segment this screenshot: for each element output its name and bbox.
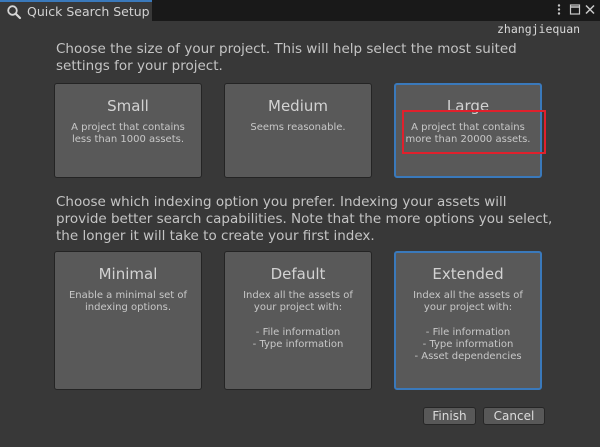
card-title: Extended <box>432 265 504 283</box>
card-description: Index all the assets of your project wit… <box>413 290 523 313</box>
card-feature-list: - File information - Type information - … <box>402 327 534 363</box>
list-item: - File information <box>425 327 511 338</box>
window-tab[interactable]: Quick Search Setup <box>0 0 152 21</box>
card-description: Seems reasonable. <box>250 122 346 133</box>
card-feature-list: - File information - Type information <box>231 327 365 351</box>
indexing-option-default[interactable]: Default Index all the assets of your pro… <box>224 251 372 390</box>
card-description: A project that contains more than 20000 … <box>405 122 531 145</box>
list-item: - Type information <box>252 339 344 350</box>
window-tab-label: Quick Search Setup <box>27 4 150 19</box>
indexing-option-extended[interactable]: Extended Index all the assets of your pr… <box>394 251 542 390</box>
list-item: - Type information <box>422 339 514 350</box>
window-titlebar: Quick Search Setup <box>0 0 600 21</box>
card-title: Medium <box>268 97 328 115</box>
maximize-icon[interactable] <box>569 3 581 16</box>
size-option-large[interactable]: Large A project that contains more than … <box>394 83 542 178</box>
card-title: Large <box>446 97 490 115</box>
card-title: Minimal <box>98 265 158 283</box>
card-description: Enable a minimal set of indexing options… <box>68 290 188 313</box>
menu-icon[interactable] <box>553 3 565 16</box>
indexing-prompt: Choose which indexing option you prefer.… <box>56 194 553 244</box>
size-option-small[interactable]: Small A project that contains less than … <box>54 83 202 178</box>
card-description: Index all the assets of your project wit… <box>243 290 353 313</box>
watermark-text: zhangjiequan <box>497 22 581 36</box>
indexing-option-minimal[interactable]: Minimal Enable a minimal set of indexing… <box>54 251 202 390</box>
card-title: Small <box>107 97 149 115</box>
list-item: - Asset dependencies <box>414 351 522 362</box>
finish-button[interactable]: Finish <box>423 407 476 425</box>
list-item: - File information <box>255 327 341 338</box>
cancel-button[interactable]: Cancel <box>483 407 545 425</box>
size-option-medium[interactable]: Medium Seems reasonable. <box>224 83 372 178</box>
card-description: A project that contains less than 1000 a… <box>71 122 185 145</box>
close-icon[interactable] <box>584 3 596 16</box>
card-title: Default <box>270 265 326 283</box>
size-prompt: Choose the size of your project. This wi… <box>56 41 517 74</box>
search-icon <box>7 5 22 20</box>
